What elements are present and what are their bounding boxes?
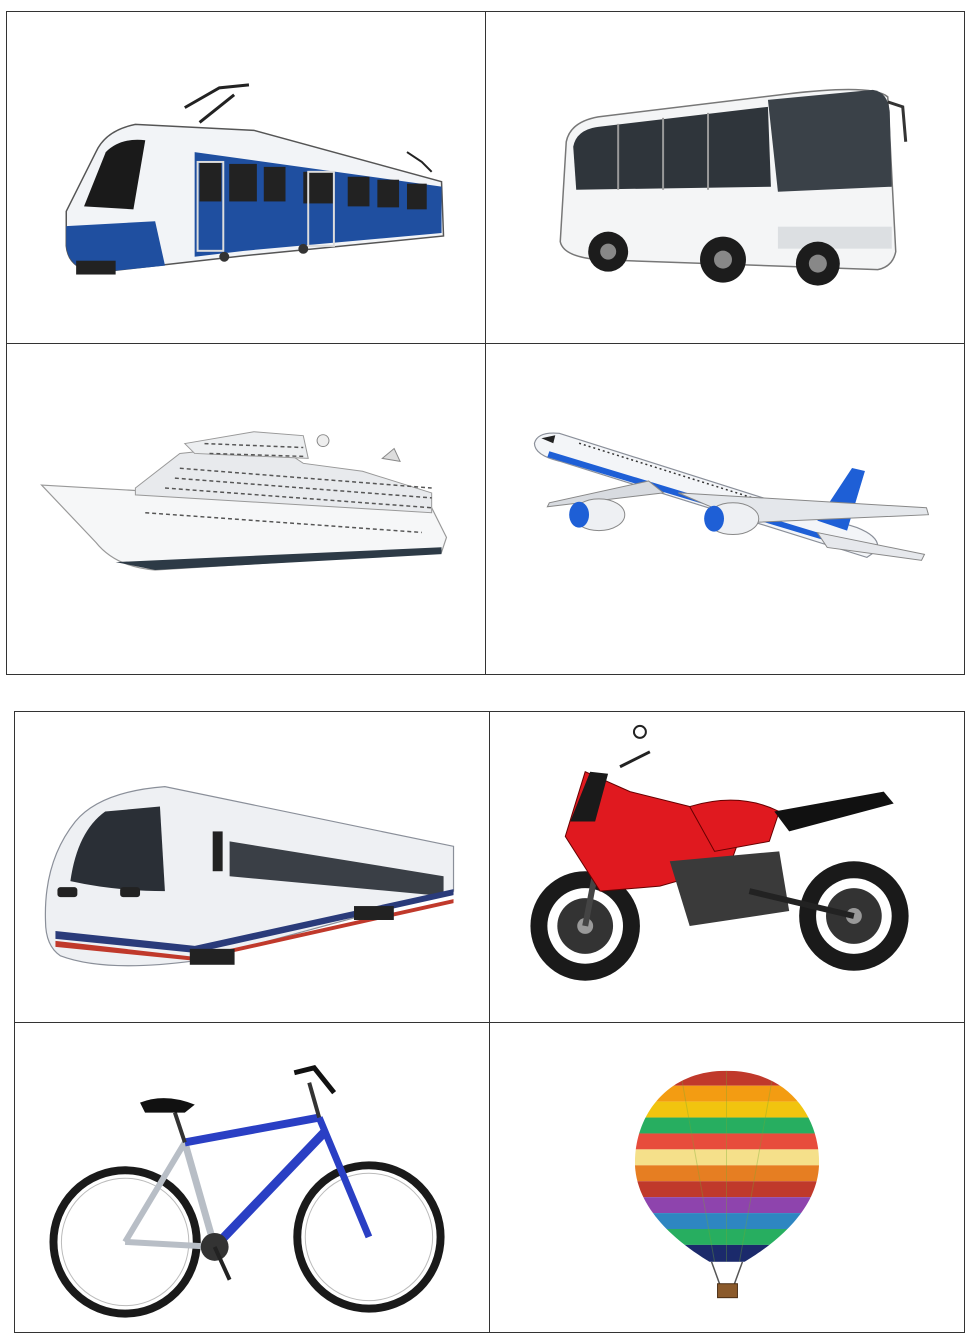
flashcard-sheet-bottom [14, 711, 965, 1333]
card-airplane [486, 343, 965, 675]
hot-air-balloon-icon [634, 1070, 820, 1298]
tram-icon [65, 83, 445, 275]
airplane-icon [533, 431, 930, 561]
bus-icon [559, 88, 908, 286]
card-motorcycle [490, 712, 965, 1023]
card-cruise-ship [7, 343, 486, 675]
motorcycle-icon [530, 724, 909, 981]
card-tram [7, 12, 486, 344]
bicycle-icon [49, 1064, 445, 1318]
train-icon [44, 786, 455, 967]
flashcard-sheet-top [6, 11, 965, 675]
card-train [15, 712, 490, 1023]
card-bus [486, 12, 965, 344]
ship-icon [40, 430, 448, 571]
card-hot-air-balloon [490, 1022, 965, 1333]
card-bicycle [15, 1022, 490, 1333]
